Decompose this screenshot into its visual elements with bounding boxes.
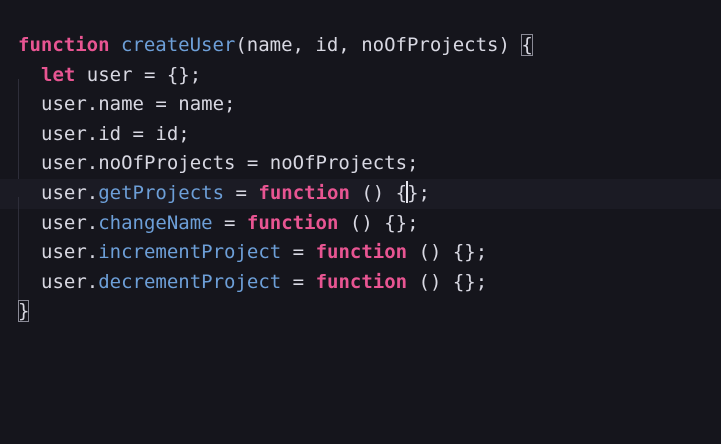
code-line[interactable]: user.id = id; [18, 120, 721, 171]
code-line[interactable]: user.name = name; [18, 90, 721, 142]
keyword-token: function [315, 241, 408, 264]
code-token: () {}; [338, 211, 419, 234]
code-editor[interactable]: function createUser(name, id, noOfProjec… [0, 0, 721, 444]
code-line[interactable]: user.decrementProject = function () {}; [18, 268, 721, 319]
code-token: = [212, 211, 247, 234]
code-token: user. [41, 181, 99, 204]
matched-brace: } [18, 300, 30, 323]
code-token: user.name = name; [41, 93, 236, 116]
property-token: getProjects [98, 181, 225, 204]
code-line[interactable]: user.changeName = function () {}; [18, 209, 721, 260]
keyword-token: function [258, 181, 350, 204]
code-area[interactable]: function createUser(name, id, noOfProjec… [0, 31, 721, 327]
property-token: incrementProject [98, 241, 282, 264]
code-token: (name, id, noOfProjects) [235, 34, 522, 56]
property-token: changeName [98, 211, 213, 234]
matched-brace: { [521, 34, 533, 56]
keyword-token: function [18, 34, 110, 56]
code-line[interactable]: user.noOfProjects = noOfProjects; [18, 149, 721, 201]
function-name-token: createUser [120, 34, 236, 56]
code-token: () {}; [407, 241, 488, 264]
code-token: }; [407, 181, 430, 204]
code-token: user = {}; [75, 63, 202, 86]
code-line-current[interactable]: user.getProjects = function () {}; [0, 178, 721, 230]
code-token: user.noOfProjects = noOfProjects; [41, 152, 419, 175]
code-line[interactable]: let user = {}; [18, 61, 721, 112]
keyword-token: function [246, 211, 339, 234]
code-token: () { [349, 181, 408, 204]
keyword-token: let [41, 63, 76, 86]
keyword-token: function [315, 270, 408, 293]
code-token: () {}; [407, 270, 488, 293]
code-line[interactable]: user.incrementProject = function () {}; [18, 238, 721, 290]
code-token: user. [41, 241, 99, 264]
code-token: = [281, 270, 316, 293]
property-token: decrementProject [98, 270, 282, 293]
code-token: = [224, 181, 259, 204]
code-token: = [281, 241, 316, 264]
code-token: user. [41, 270, 99, 293]
code-line[interactable]: } [18, 297, 721, 327]
code-token: user. [41, 211, 99, 234]
code-line[interactable]: function createUser(name, id, noOfProjec… [18, 31, 721, 61]
code-token: user.id = id; [41, 122, 190, 145]
